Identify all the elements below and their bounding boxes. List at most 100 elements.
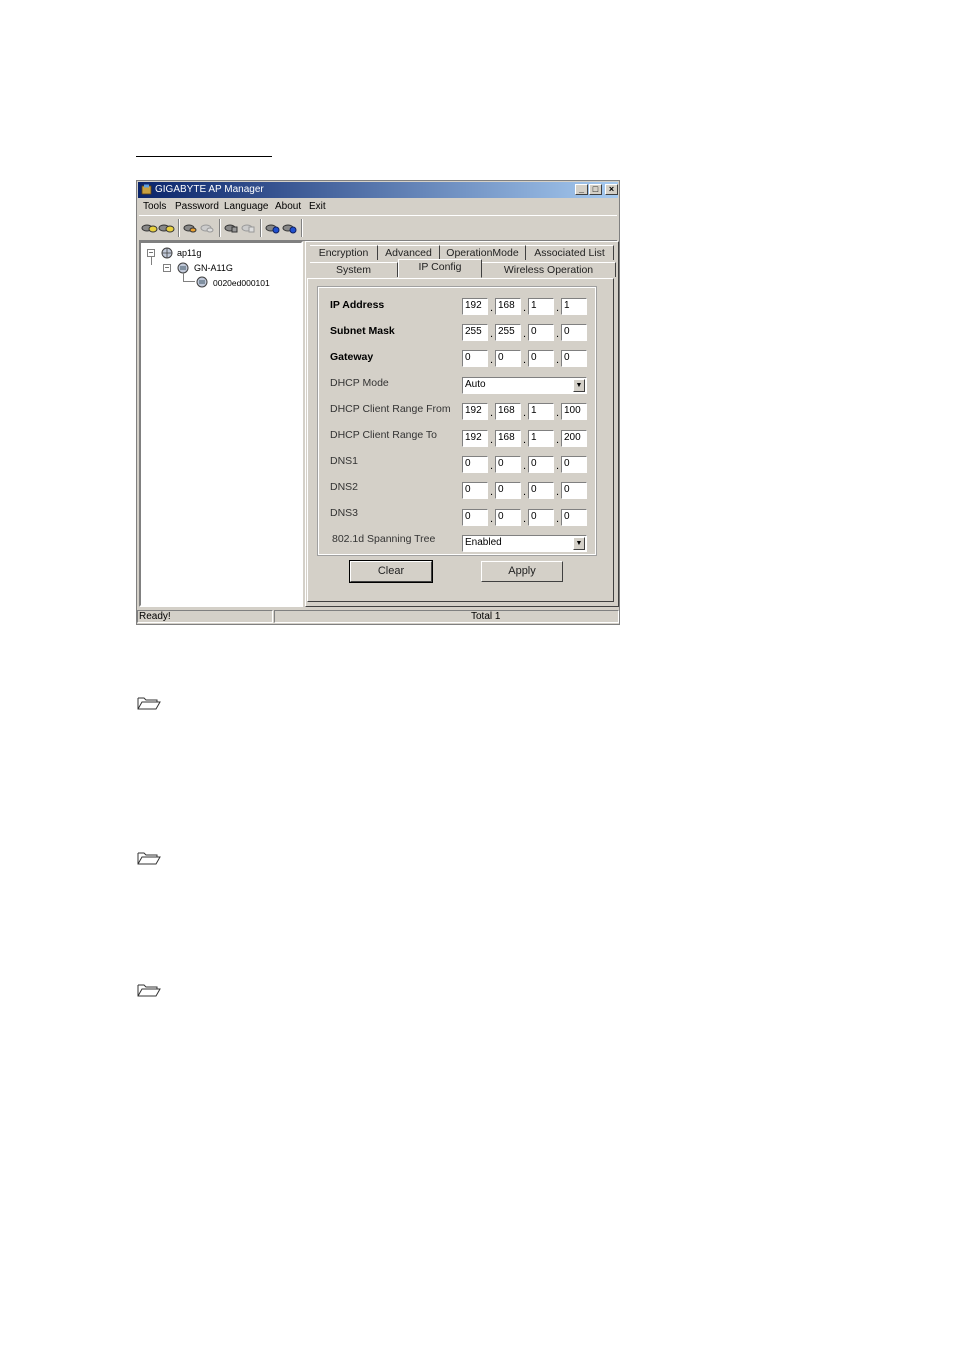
tab-associated-list[interactable]: Associated List	[526, 245, 614, 260]
dns1-octet-4[interactable]: 0	[561, 456, 587, 473]
tab-advanced[interactable]: Advanced	[378, 245, 440, 260]
dns2-octet-2[interactable]: 0	[495, 482, 521, 499]
octet-separator: .	[523, 460, 527, 472]
spanning-tree-select[interactable]: Enabled ▼	[462, 535, 587, 552]
dns2-octet-3[interactable]: 0	[528, 482, 554, 499]
collapse-icon[interactable]: −	[147, 249, 155, 257]
octet-separator: .	[490, 434, 494, 446]
subnet-mask-octet-4[interactable]: 0	[561, 324, 587, 341]
dns2-octet-1[interactable]: 0	[462, 482, 488, 499]
dhcp-range-to-label: DHCP Client Range To	[330, 429, 437, 441]
dhcp-from-octet-1[interactable]: 192	[462, 403, 488, 420]
apply-button[interactable]: Apply	[481, 561, 563, 582]
dns3-octet-2[interactable]: 0	[495, 509, 521, 526]
menu-bar: Tools Password Language About Exit	[139, 199, 617, 214]
scan-icon[interactable]	[264, 219, 281, 236]
dhcp-to-octet-2[interactable]: 168	[495, 430, 521, 447]
ip-address-octet-3[interactable]: 1	[528, 298, 554, 315]
settings-icon[interactable]	[240, 219, 257, 236]
ip-address-label: IP Address	[330, 299, 385, 311]
octet-separator: .	[556, 486, 560, 498]
octet-separator: .	[490, 302, 494, 314]
menu-password[interactable]: Password	[175, 199, 219, 214]
config-panel: Encryption Advanced OperationMode Associ…	[305, 241, 619, 607]
collapse-icon[interactable]: −	[163, 264, 171, 272]
tree-node-root[interactable]: ap11g	[177, 248, 201, 258]
tab-system[interactable]: System	[310, 262, 398, 277]
menu-exit[interactable]: Exit	[309, 199, 326, 214]
tab-ip-config[interactable]: IP Config	[398, 259, 482, 278]
maximize-button[interactable]: □	[589, 184, 602, 195]
gateway-octet-4[interactable]: 0	[561, 350, 587, 367]
folder-open-icon	[137, 852, 161, 865]
refresh-icon[interactable]	[223, 219, 240, 236]
dns1-octet-2[interactable]: 0	[495, 456, 521, 473]
download-icon[interactable]	[199, 219, 216, 236]
dns1-octet-1[interactable]: 0	[462, 456, 488, 473]
ip-address-octet-1[interactable]: 192	[462, 298, 488, 315]
status-message: Ready!	[137, 610, 273, 623]
disconnect-icon[interactable]	[158, 219, 175, 236]
minimize-button[interactable]: _	[575, 184, 588, 195]
clear-button[interactable]: Clear	[349, 560, 433, 583]
dns1-octet-3[interactable]: 0	[528, 456, 554, 473]
app-icon	[141, 184, 152, 195]
chevron-down-icon[interactable]: ▼	[573, 537, 585, 550]
octet-separator: .	[523, 354, 527, 366]
dns3-octet-3[interactable]: 0	[528, 509, 554, 526]
dhcp-to-octet-1[interactable]: 192	[462, 430, 488, 447]
title-bar[interactable]: GIGABYTE AP Manager _ □ ×	[138, 182, 618, 198]
octet-separator: .	[556, 434, 560, 446]
octet-separator: .	[556, 328, 560, 340]
menu-language[interactable]: Language	[224, 199, 269, 214]
tab-operation-mode[interactable]: OperationMode	[440, 245, 526, 260]
dhcp-from-octet-3[interactable]: 1	[528, 403, 554, 420]
network-globe-icon	[161, 247, 173, 259]
security-icon[interactable]	[281, 219, 298, 236]
status-total: Total 1	[274, 610, 619, 623]
subnet-mask-octet-1[interactable]: 255	[462, 324, 488, 341]
octet-separator: .	[490, 513, 494, 525]
octet-separator: .	[556, 460, 560, 472]
folder-open-icon	[137, 697, 161, 710]
dhcp-range-from-label: DHCP Client Range From	[330, 403, 451, 415]
dns2-octet-4[interactable]: 0	[561, 482, 587, 499]
tree-node-device[interactable]: GN-A11G	[194, 263, 233, 273]
menu-tools[interactable]: Tools	[143, 199, 166, 214]
ip-address-octet-4[interactable]: 1	[561, 298, 587, 315]
octet-separator: .	[523, 486, 527, 498]
menu-about[interactable]: About	[275, 199, 301, 214]
dhcp-mode-select[interactable]: Auto ▼	[462, 377, 587, 394]
dhcp-from-octet-4[interactable]: 100	[561, 403, 587, 420]
dhcp-to-octet-4[interactable]: 200	[561, 430, 587, 447]
octet-separator: .	[523, 434, 527, 446]
tab-encryption[interactable]: Encryption	[310, 245, 378, 260]
toolbar	[139, 215, 617, 241]
subnet-mask-octet-3[interactable]: 0	[528, 324, 554, 341]
chevron-down-icon[interactable]: ▼	[573, 379, 585, 392]
octet-separator: .	[523, 302, 527, 314]
gateway-octet-3[interactable]: 0	[528, 350, 554, 367]
tree-node-mac[interactable]: 0020ed000101	[213, 278, 270, 288]
dns2-label: DNS2	[330, 481, 359, 493]
dhcp-mode-value: Auto	[465, 379, 486, 390]
dns3-octet-4[interactable]: 0	[561, 509, 587, 526]
octet-separator: .	[523, 407, 527, 419]
dns3-octet-1[interactable]: 0	[462, 509, 488, 526]
upload-icon[interactable]	[182, 219, 199, 236]
octet-separator: .	[556, 302, 560, 314]
gateway-octet-2[interactable]: 0	[495, 350, 521, 367]
octet-separator: .	[556, 354, 560, 366]
gateway-octet-1[interactable]: 0	[462, 350, 488, 367]
close-button[interactable]: ×	[605, 184, 618, 195]
dhcp-from-octet-2[interactable]: 168	[495, 403, 521, 420]
tab-wireless-operation[interactable]: Wireless Operation	[482, 262, 616, 277]
octet-separator: .	[490, 486, 494, 498]
device-tree[interactable]: − ap11g − GN-A11G 0020ed000101	[139, 241, 303, 607]
connect-icon[interactable]	[141, 219, 158, 236]
ip-address-octet-2[interactable]: 168	[495, 298, 521, 315]
octet-separator: .	[490, 328, 494, 340]
dhcp-to-octet-3[interactable]: 1	[528, 430, 554, 447]
folder-open-icon	[137, 984, 161, 997]
subnet-mask-octet-2[interactable]: 255	[495, 324, 521, 341]
